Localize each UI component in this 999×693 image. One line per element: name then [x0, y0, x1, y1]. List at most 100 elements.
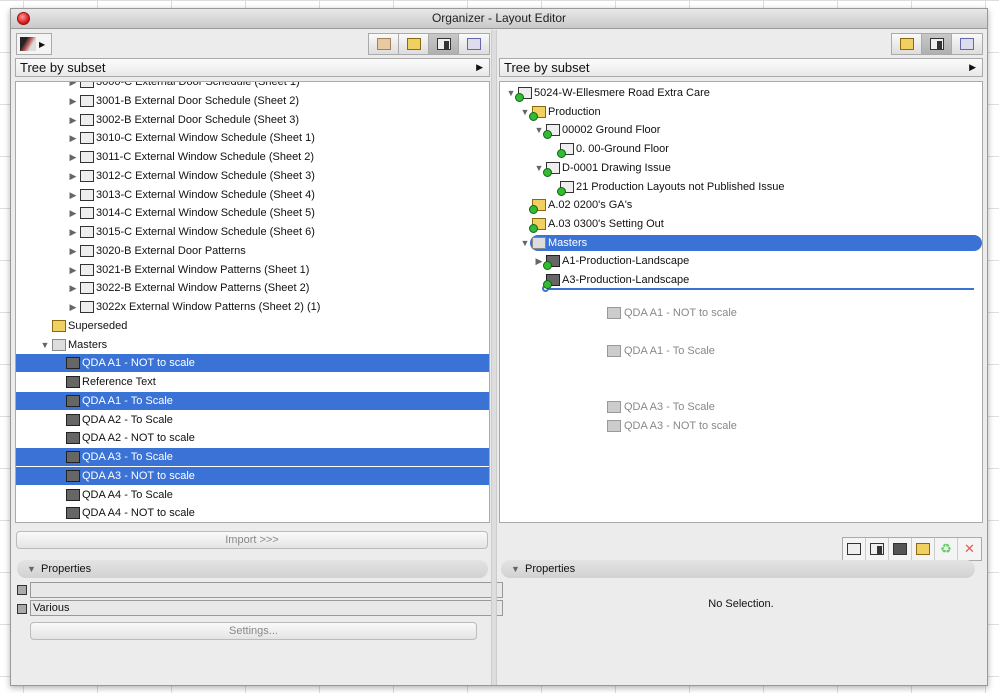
tree-row[interactable]: ▶ 3002-B External Door Schedule (Sheet 3): [16, 111, 489, 129]
tree-row[interactable]: A.02 0200's GA's: [500, 196, 982, 215]
tree-row[interactable]: ▶ 3010-C External Window Schedule (Sheet …: [16, 129, 489, 147]
disclosure-closed-icon[interactable]: ▶: [68, 223, 78, 241]
tree-row[interactable]: QDA A3 - To Scale: [16, 448, 489, 466]
tree-row[interactable]: ▼ 00002 Ground Floor: [500, 121, 982, 140]
disclosure-closed-icon[interactable]: ▶: [68, 204, 78, 222]
tree-row[interactable]: QDA A1 - To Scale: [16, 391, 489, 410]
tree-row[interactable]: ▶ 3000-C External Door Schedule (Sheet 1): [16, 81, 489, 91]
publisher-button[interactable]: [952, 34, 982, 54]
new-master-button[interactable]: [889, 538, 912, 560]
disclosure-closed-icon[interactable]: ▶: [68, 298, 78, 316]
close-window-button[interactable]: [17, 12, 30, 25]
tree-row[interactable]: Reference Text: [16, 373, 489, 391]
tree-row[interactable]: ▼ 5024-W-Ellesmere Road Extra Care: [500, 84, 982, 102]
update-button[interactable]: ♻: [935, 538, 958, 560]
properties-label: Properties: [41, 563, 92, 575]
publisher-button[interactable]: [459, 34, 489, 54]
master-icon: [607, 345, 621, 357]
tree-row[interactable]: QDA A3 - NOT to scale: [16, 466, 489, 485]
tree-row[interactable]: QDA A4 - NOT to scale: [16, 504, 489, 522]
tree-row[interactable]: ▼ Production: [500, 103, 982, 121]
new-layout-button[interactable]: [866, 538, 889, 560]
disclosure-open-icon[interactable]: ▼: [534, 121, 544, 139]
tree-row-label: Production: [548, 105, 601, 118]
folder-icon: [52, 319, 66, 332]
disclosure-closed-icon[interactable]: ▶: [68, 261, 78, 279]
project-map-button[interactable]: [369, 34, 399, 54]
left-tree[interactable]: ▶ 3000-C External Door Schedule (Sheet 1)…: [15, 81, 490, 523]
organizer-window: Organizer - Layout Editor ▶ Tree by subs…: [10, 8, 988, 686]
left-properties-header[interactable]: ▼ Properties: [17, 560, 488, 578]
disclosure-closed-icon[interactable]: ▶: [68, 82, 78, 91]
disclosure-closed-icon[interactable]: ▶: [68, 148, 78, 166]
layout-icon: [557, 180, 574, 196]
tree-row[interactable]: ▶ 3022-B External Window Patterns (Sheet …: [16, 279, 489, 297]
layout-icon: [80, 151, 94, 163]
tree-row[interactable]: QDA A2 - To Scale: [16, 411, 489, 429]
master-icon: [66, 507, 80, 520]
right-tree-mode-dropdown[interactable]: Tree by subset ▶: [499, 58, 983, 77]
disclosure-open-icon[interactable]: ▼: [520, 234, 530, 252]
disclosure-closed-icon[interactable]: ▶: [68, 111, 78, 129]
layout-icon: [80, 244, 94, 257]
tree-row[interactable]: ▶ 3013-C External Window Schedule (Sheet …: [16, 186, 489, 204]
disclosure-triangle-icon: ▼: [27, 564, 36, 574]
tree-row[interactable]: QDA A1 - NOT to scale: [16, 354, 489, 373]
right-properties-header[interactable]: ▼ Properties: [501, 560, 975, 578]
tree-row-label: 3022x External Window Patterns (Sheet 2)…: [96, 301, 321, 313]
disclosure-closed-icon[interactable]: ▶: [68, 129, 78, 147]
tree-row[interactable]: 0. 00-Ground Floor: [500, 140, 982, 159]
tree-row-label: 3000-C External Door Schedule (Sheet 1): [96, 81, 300, 88]
tree-row[interactable]: ▶ 3020-B External Door Patterns: [16, 242, 489, 260]
disclosure-closed-icon[interactable]: ▶: [68, 186, 78, 204]
tree-row[interactable]: ▶ 3014-C External Window Schedule (Sheet …: [16, 204, 489, 222]
tree-row-label: Reference Text: [82, 376, 156, 388]
disclosure-closed-icon[interactable]: ▶: [534, 252, 544, 270]
view-map-button[interactable]: [399, 34, 429, 54]
tree-row-label: QDA A3 - To Scale: [82, 451, 173, 463]
tree-row[interactable]: QDA A2 - NOT to scale: [16, 429, 489, 447]
pane-splitter[interactable]: [491, 30, 497, 685]
tree-row[interactable]: A.03 0300's Setting Out: [500, 215, 982, 233]
delete-button[interactable]: ✕: [958, 538, 981, 560]
tree-row[interactable]: ▶ 3015-C External Window Schedule (Sheet …: [16, 223, 489, 241]
disclosure-closed-icon[interactable]: ▶: [68, 92, 78, 110]
tree-row-label: 3020-B External Door Patterns: [96, 244, 246, 257]
tree-row[interactable]: ▶ 3001-B External Door Schedule (Sheet 2): [16, 92, 489, 110]
layout-book-button[interactable]: [922, 34, 952, 54]
name-field[interactable]: [30, 582, 503, 598]
tree-row[interactable]: ▶ 3022x External Window Patterns (Sheet 2…: [16, 298, 489, 316]
tree-row[interactable]: A3-Production-Landscape: [500, 271, 982, 289]
import-button[interactable]: Import >>>: [16, 531, 488, 549]
master-icon: [607, 307, 621, 319]
size-field[interactable]: Various: [30, 600, 503, 616]
right-tree[interactable]: QDA A1 - NOT to scale QDA A1 - To Scale …: [499, 81, 983, 523]
tree-row[interactable]: ▶ A1-Production-Landscape: [500, 252, 982, 271]
tree-row[interactable]: ▶ 3021-B External Window Patterns (Sheet …: [16, 261, 489, 279]
new-subset-button[interactable]: [912, 538, 935, 560]
master-icon: [66, 357, 80, 370]
disclosure-closed-icon[interactable]: ▶: [68, 242, 78, 260]
tree-row[interactable]: ▶ 3011-C External Window Schedule (Sheet …: [16, 148, 489, 166]
settings-button[interactable]: Settings...: [30, 622, 477, 640]
tree-row[interactable]: 21 Production Layouts not Published Issu…: [500, 178, 982, 196]
tree-row[interactable]: ▼ Masters: [16, 336, 489, 354]
tree-row[interactable]: ▼ Masters: [500, 234, 982, 252]
title-bar[interactable]: Organizer - Layout Editor: [11, 9, 987, 29]
disclosure-closed-icon[interactable]: ▶: [68, 279, 78, 297]
layout-settings-button[interactable]: [843, 538, 866, 560]
layout-icon: [80, 113, 94, 126]
tree-row-label: 3011-C External Window Schedule (Sheet 2…: [96, 151, 315, 163]
tree-row[interactable]: QDA A4 - To Scale: [16, 486, 489, 504]
name-icon: [17, 585, 27, 595]
navigator-mode-button[interactable]: ▶: [16, 33, 52, 55]
disclosure-open-icon[interactable]: ▼: [40, 336, 50, 354]
left-tree-mode-dropdown[interactable]: Tree by subset ▶: [15, 58, 490, 77]
layout-book-button[interactable]: [429, 34, 459, 54]
properties-label: Properties: [525, 563, 576, 575]
tree-row[interactable]: Superseded: [16, 317, 489, 335]
tree-row[interactable]: ▶ 3012-C External Window Schedule (Sheet …: [16, 167, 489, 185]
disclosure-closed-icon[interactable]: ▶: [68, 167, 78, 185]
view-map-button[interactable]: [892, 34, 922, 54]
tree-row[interactable]: ▼ D-0001 Drawing Issue: [500, 159, 982, 177]
